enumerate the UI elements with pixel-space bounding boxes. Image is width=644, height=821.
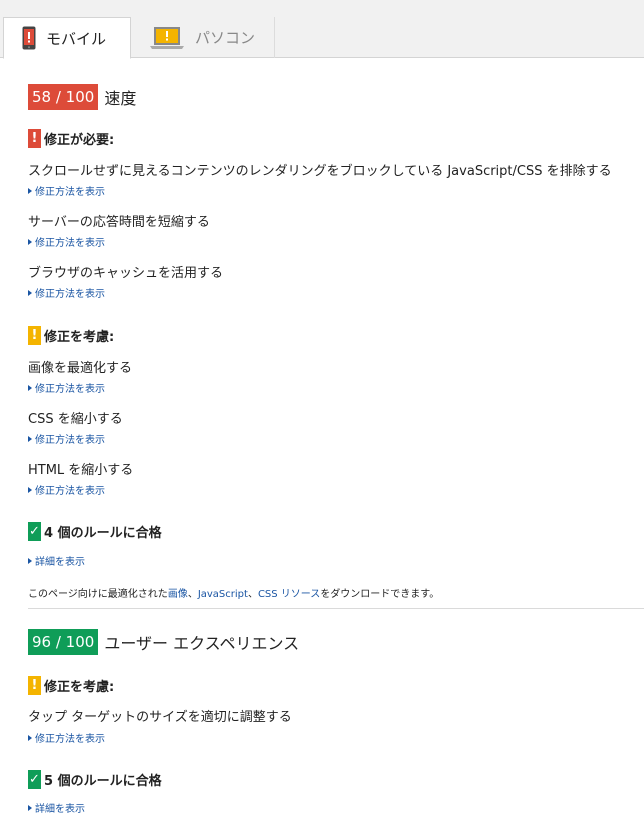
triangle-right-icon <box>28 238 32 245</box>
ux-passed-rules-heading-text: 5 個のルールに合格 <box>44 774 162 789</box>
exclamation-icon: ! <box>28 326 41 345</box>
show-details-link[interactable]: 詳細を表示 <box>28 553 85 568</box>
speed-score-badge: 58 / 100 <box>28 84 99 110</box>
ux-consider-fix-heading-text: 修正を考慮: <box>44 680 115 695</box>
triangle-right-icon <box>28 734 32 741</box>
rule-title: HTML を縮小する <box>28 463 134 478</box>
rule-title: スクロールせずに見えるコンテンツのレンダリングをブロックしている JavaScr… <box>28 164 612 179</box>
javascript-link[interactable]: JavaScript <box>198 589 248 600</box>
css-resources-link[interactable]: CSS リソース <box>258 589 320 600</box>
show-fix-link[interactable]: 修正方法を表示 <box>28 285 105 300</box>
ux-score-badge: 96 / 100 <box>28 629 99 655</box>
triangle-right-icon <box>28 435 32 442</box>
show-fix-link[interactable]: 修正方法を表示 <box>28 234 105 249</box>
show-fix-link[interactable]: 修正方法を表示 <box>28 730 105 745</box>
ux-consider-fix-heading: ! 修正を考慮: <box>28 676 114 695</box>
must-fix-heading: ! 修正が必要: <box>28 129 114 148</box>
consider-fix-heading: ! 修正を考慮: <box>28 326 114 345</box>
desktop-laptop-icon <box>149 26 185 50</box>
triangle-right-icon <box>28 289 32 296</box>
mobile-phone-icon <box>22 26 36 50</box>
ux-score-row: 96 / 100 ユーザー エクスペリエンス <box>28 629 299 655</box>
checkmark-icon: ✓ <box>28 770 41 789</box>
section-divider <box>28 608 644 609</box>
rule-title: CSS を縮小する <box>28 412 123 427</box>
speed-score-row: 58 / 100 速度 <box>28 84 136 110</box>
checkmark-icon: ✓ <box>28 522 41 541</box>
exclamation-icon: ! <box>28 129 41 148</box>
show-fix-link[interactable]: 修正方法を表示 <box>28 183 105 198</box>
triangle-right-icon <box>28 187 32 194</box>
rule-title: 画像を最適化する <box>28 361 133 376</box>
show-details-link[interactable]: 詳細を表示 <box>28 800 85 815</box>
ux-score-label: ユーザー エクスペリエンス <box>104 634 300 653</box>
show-fix-link[interactable]: 修正方法を表示 <box>28 482 105 497</box>
exclamation-icon: ! <box>28 676 41 695</box>
tab-mobile[interactable]: モバイル <box>3 17 131 59</box>
triangle-right-icon <box>28 557 32 564</box>
triangle-right-icon <box>28 384 32 391</box>
optimized-resources-note: このページ向けに最適化された画像、JavaScript、CSS リソースをダウン… <box>28 589 440 600</box>
tab-mobile-label: モバイル <box>46 29 107 48</box>
ux-passed-rules-heading: ✓ 5 個のルールに合格 <box>28 770 162 789</box>
triangle-right-icon <box>28 486 32 493</box>
passed-rules-heading: ✓ 4 個のルールに合格 <box>28 522 162 541</box>
rule-title: タップ ターゲットのサイズを適切に調整する <box>28 710 292 725</box>
rule-title: サーバーの応答時間を短縮する <box>28 215 210 230</box>
triangle-right-icon <box>28 804 32 811</box>
show-fix-link[interactable]: 修正方法を表示 <box>28 380 105 395</box>
passed-rules-heading-text: 4 個のルールに合格 <box>44 526 162 541</box>
tab-desktop[interactable]: パソコン <box>131 17 275 58</box>
device-tabbar: モバイル パソコン <box>0 0 644 59</box>
tab-desktop-label: パソコン <box>195 29 256 47</box>
show-fix-link[interactable]: 修正方法を表示 <box>28 431 105 446</box>
images-link[interactable]: 画像 <box>168 589 188 600</box>
rule-title: ブラウザのキャッシュを活用する <box>28 266 224 281</box>
must-fix-heading-text: 修正が必要: <box>44 133 115 148</box>
consider-fix-heading-text: 修正を考慮: <box>44 330 115 345</box>
speed-score-label: 速度 <box>104 89 137 108</box>
